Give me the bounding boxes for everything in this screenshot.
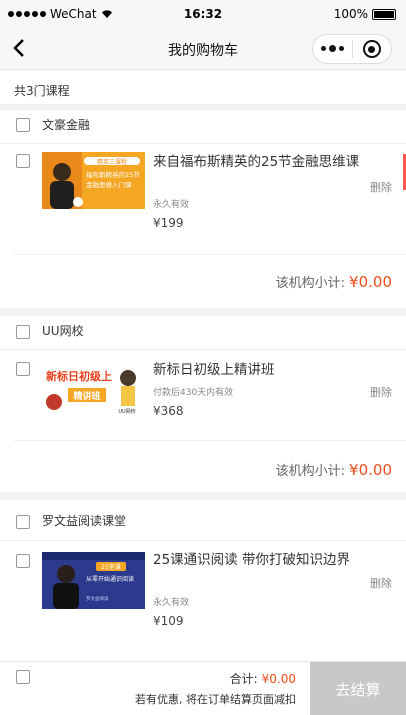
subtotal-amount: ¥0.00 <box>349 461 392 479</box>
delete-button[interactable]: 删除 <box>370 179 392 195</box>
org-name: 文豪金融 <box>42 118 91 132</box>
battery-icon <box>372 8 396 20</box>
org-header: 文豪金融 <box>0 110 406 140</box>
svg-text:精讲班: 精讲班 <box>73 390 100 402</box>
subtotal-amount: ¥0.00 <box>349 273 392 291</box>
mini-program-capsule <box>312 34 392 64</box>
org-checkbox[interactable] <box>16 325 30 339</box>
course-thumbnail[interactable]: 新标日初级上 精讲班 UU网校 <box>42 360 145 417</box>
org-header: 罗文益阅读课堂 <box>0 502 406 532</box>
org-subtotal: 该机构小计: ¥0.00 <box>276 460 392 479</box>
subtotal-label: 该机构小计: <box>275 276 346 291</box>
svg-text:从零开始通识阅读: 从零开始通识阅读 <box>86 575 134 583</box>
cart-item: 新标日初级上 精讲班 UU网校 新标日初级上精讲班 付款后430天内有效 ¥36… <box>0 350 406 454</box>
course-count: 共3门课程 <box>14 84 70 98</box>
checkout-button[interactable]: 去结算 <box>310 662 406 715</box>
course-title[interactable]: 25课通识阅读 带你打破知识边界 <box>153 550 363 570</box>
total-amount: ¥0.00 <box>261 672 296 686</box>
checkout-bar: 合计: ¥0.00 若有优惠, 将在订单结算页面减扣 去结算 <box>0 661 406 715</box>
svg-text:福布斯精英的25节: 福布斯精英的25节 <box>86 170 140 179</box>
battery-percent: 100% <box>333 7 368 21</box>
battery-status: 100% <box>334 7 396 21</box>
svg-text:新标日初级上: 新标日初级上 <box>46 369 112 383</box>
cart-total: 合计: ¥0.00 <box>230 670 296 687</box>
org-name: 罗文益阅读课堂 <box>42 514 127 528</box>
course-price: ¥368 <box>153 404 184 418</box>
svg-text:精英三课程: 精英三课程 <box>97 158 127 166</box>
course-thumbnail[interactable]: 精英三课程 福布斯精英的25节 金融思维入门课 <box>42 152 145 209</box>
item-checkbox[interactable] <box>16 154 30 168</box>
item-checkbox[interactable] <box>16 362 30 376</box>
item-checkbox[interactable] <box>16 554 30 568</box>
course-validity: 永久有效 <box>153 598 190 608</box>
total-label: 合计: <box>229 672 258 686</box>
org-name: UU网校 <box>42 324 84 338</box>
more-button[interactable] <box>313 45 352 52</box>
course-price: ¥199 <box>153 216 184 230</box>
svg-text:UU网校: UU网校 <box>118 408 135 415</box>
org-checkbox[interactable] <box>16 515 30 529</box>
discount-note: 若有优惠, 将在订单结算页面减扣 <box>135 693 296 706</box>
select-all-checkbox[interactable] <box>16 670 30 684</box>
org-checkbox[interactable] <box>16 118 30 132</box>
delete-button[interactable]: 删除 <box>370 384 392 400</box>
course-price: ¥109 <box>153 614 184 628</box>
close-icon <box>362 40 381 58</box>
course-validity: 永久有效 <box>153 200 190 210</box>
delete-button[interactable]: 删除 <box>370 575 392 591</box>
nav-bar: 我的购物车 <box>0 28 406 70</box>
svg-text:金融思维入门课: 金融思维入门课 <box>86 180 132 189</box>
svg-text:罗文益阅读: 罗文益阅读 <box>86 595 109 602</box>
course-title[interactable]: 新标日初级上精讲班 <box>153 360 363 380</box>
course-title[interactable]: 来自福布斯精英的25节金融思维课 <box>153 152 363 172</box>
status-bar: WeChat 16:32 100% <box>0 0 406 28</box>
org-subtotal: 该机构小计: ¥0.00 <box>276 272 392 291</box>
subtotal-label: 该机构小计: <box>275 464 346 479</box>
close-button[interactable] <box>352 40 391 58</box>
course-thumbnail[interactable]: 25堂课 从零开始通识阅读 罗文益阅读 <box>42 552 145 609</box>
org-header: UU网校 <box>0 316 406 346</box>
svg-text:25堂课: 25堂课 <box>101 563 121 571</box>
course-validity: 付款后430天内有效 <box>153 388 234 398</box>
cart-item: 精英三课程 福布斯精英的25节 金融思维入门课 来自福布斯精英的25节金融思维课… <box>0 144 406 255</box>
cart-item: 25堂课 从零开始通识阅读 罗文益阅读 25课通识阅读 带你打破知识边界 永久有… <box>0 542 406 646</box>
